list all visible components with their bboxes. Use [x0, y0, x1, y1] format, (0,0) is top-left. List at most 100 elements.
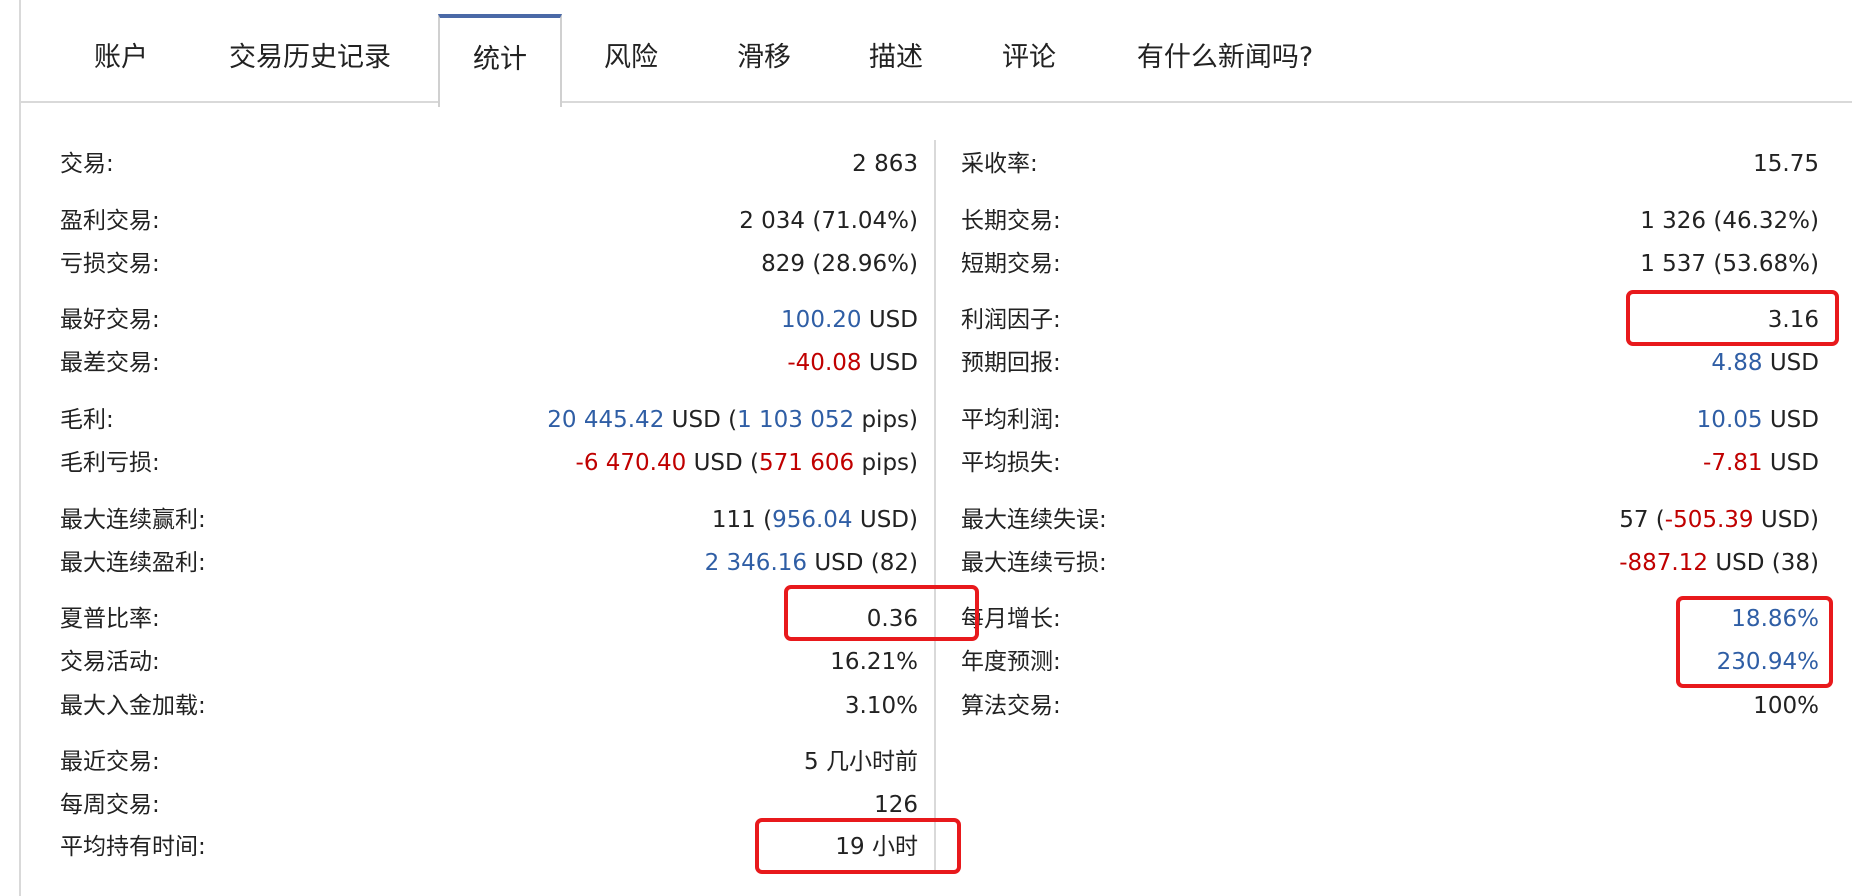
- stat-row-latest-trade: 最近交易: 5 几小时前: [60, 742, 918, 782]
- stat-label: 最大入金加载:: [60, 693, 206, 719]
- stat-row-best-trade: 最好交易: 100.20 USD: [60, 300, 918, 340]
- tab-description[interactable]: 描述: [861, 14, 931, 101]
- stat-value: 829 (28.96%): [761, 251, 918, 277]
- stat-value: 4.88 USD: [1711, 343, 1819, 383]
- stat-row-short-trades: 短期交易: 1 537 (53.68%): [961, 244, 1819, 284]
- stat-row-avg-loss: 平均损失: -7.81 USD: [961, 443, 1819, 483]
- amount-positive: 2 346.16: [704, 550, 808, 576]
- stat-label: 交易:: [60, 151, 114, 177]
- unit: USD: [1762, 350, 1819, 376]
- stat-label: 最大连续赢利:: [60, 507, 206, 533]
- stat-value: -887.12 USD (38): [1619, 543, 1819, 583]
- stat-value: -6 470.40 USD (571 606 pips): [576, 443, 918, 483]
- stat-label: 最近交易:: [60, 749, 160, 775]
- stat-label: 盈利交易:: [60, 208, 160, 234]
- stat-row-long-trades: 长期交易: 1 326 (46.32%): [961, 201, 1819, 241]
- highlight-box-growth: [1676, 596, 1833, 688]
- amount-positive: 20 445.42: [547, 407, 665, 433]
- unit: USD: [861, 350, 918, 376]
- pips-negative: 571 606: [759, 450, 855, 476]
- unit: pips): [854, 407, 918, 433]
- tab-reviews[interactable]: 评论: [994, 14, 1064, 101]
- unit: pips): [854, 450, 918, 476]
- stat-value: 1 537 (53.68%): [1640, 251, 1819, 277]
- stat-value: 5 几小时前: [804, 749, 918, 775]
- stat-label: 利润因子:: [961, 307, 1061, 333]
- stat-row-profit-trades: 盈利交易: 2 034 (71.04%): [60, 201, 918, 241]
- highlight-box-profit-factor: [1626, 290, 1839, 346]
- stat-row-loss-trades: 亏损交易: 829 (28.96%): [60, 244, 918, 284]
- stat-row-recovery: 采收率: 15.75: [961, 144, 1819, 184]
- unit: USD): [852, 507, 918, 533]
- amount-positive: 10.05: [1696, 407, 1763, 433]
- pips-positive: 1 103 052: [737, 407, 855, 433]
- stat-label: 交易活动:: [60, 649, 160, 675]
- stat-row-worst-trade: 最差交易: -40.08 USD: [60, 343, 918, 383]
- stat-row-max-consec-losses: 最大连续失误: 57 (-505.39 USD): [961, 500, 1819, 540]
- stat-label: 亏损交易:: [60, 251, 160, 277]
- stat-value: 10.05 USD: [1697, 400, 1819, 440]
- stat-value: -40.08 USD: [787, 343, 918, 383]
- stat-row-gross-loss: 毛利亏损: -6 470.40 USD (571 606 pips): [60, 443, 918, 483]
- unit: USD (: [686, 450, 760, 476]
- stat-value: 111 (956.04 USD): [712, 500, 918, 540]
- tab-statistics[interactable]: 统计: [438, 14, 562, 107]
- stat-label: 采收率:: [961, 151, 1038, 177]
- amount-negative: -887.12: [1619, 550, 1709, 576]
- stat-label: 夏普比率:: [60, 606, 160, 632]
- amount-negative: -7.81: [1703, 450, 1763, 476]
- unit: USD (: [664, 407, 738, 433]
- stat-value: -7.81 USD: [1703, 443, 1819, 483]
- stat-value: 100%: [1753, 693, 1819, 719]
- amount-negative: -6 470.40: [575, 450, 687, 476]
- amount-positive: 4.88: [1711, 350, 1763, 376]
- count: 57 (: [1619, 507, 1665, 533]
- stat-row-max-consec-profit: 最大连续盈利: 2 346.16 USD (82): [60, 543, 918, 583]
- stat-label: 平均损失:: [961, 450, 1061, 476]
- unit: USD (38): [1708, 550, 1819, 576]
- stat-value: 3.10%: [844, 693, 918, 719]
- stat-label: 预期回报:: [961, 350, 1061, 376]
- stat-value: 100.20 USD: [781, 300, 918, 340]
- tab-slippage[interactable]: 滑移: [729, 14, 799, 101]
- amount-negative: -505.39: [1664, 507, 1754, 533]
- tab-trade-history[interactable]: 交易历史记录: [222, 14, 398, 101]
- stat-label: 短期交易:: [961, 251, 1061, 277]
- stat-label: 毛利:: [60, 407, 114, 433]
- stat-row-gross-profit: 毛利: 20 445.42 USD (1 103 052 pips): [60, 400, 918, 440]
- stat-label: 最好交易:: [60, 307, 160, 333]
- stat-label: 年度预测:: [961, 649, 1061, 675]
- unit: USD (82): [807, 550, 918, 576]
- unit: USD: [861, 307, 918, 333]
- stat-row-max-consec-wins: 最大连续赢利: 111 (956.04 USD): [60, 500, 918, 540]
- stat-label: 算法交易:: [961, 693, 1061, 719]
- stat-label: 最大连续亏损:: [961, 550, 1107, 576]
- stat-row-expected-payoff: 预期回报: 4.88 USD: [961, 343, 1819, 383]
- stat-label: 最差交易:: [60, 350, 160, 376]
- unit: USD: [1762, 407, 1819, 433]
- stat-row-max-deposit-load: 最大入金加载: 3.10%: [60, 686, 918, 726]
- stat-row-algo-trading: 算法交易: 100%: [961, 686, 1819, 726]
- stat-label: 毛利亏损:: [60, 450, 160, 476]
- highlight-box-holding-time: [755, 818, 961, 874]
- stat-value: 1 326 (46.32%): [1640, 208, 1819, 234]
- stat-label: 长期交易:: [961, 208, 1061, 234]
- stat-label: 平均利润:: [961, 407, 1061, 433]
- tab-account[interactable]: 账户: [85, 14, 157, 101]
- amount-negative: -40.08: [787, 350, 862, 376]
- stat-value: 20 445.42 USD (1 103 052 pips): [547, 400, 918, 440]
- unit: USD: [1762, 450, 1819, 476]
- tab-news[interactable]: 有什么新闻吗?: [1126, 14, 1324, 101]
- stat-label: 平均持有时间:: [60, 834, 206, 860]
- stat-value: 57 (-505.39 USD): [1619, 500, 1819, 540]
- column-divider: [934, 140, 936, 873]
- stat-value: 2 863: [852, 151, 918, 177]
- stat-value: 15.75: [1753, 151, 1819, 177]
- stat-value: 2 034 (71.04%): [739, 208, 918, 234]
- count: 111 (: [711, 507, 773, 533]
- stat-label: 最大连续失误:: [961, 507, 1107, 533]
- stat-row-trades: 交易: 2 863: [60, 144, 918, 184]
- tab-risk[interactable]: 风险: [596, 14, 666, 101]
- unit: USD): [1753, 507, 1819, 533]
- amount-positive: 956.04: [772, 507, 853, 533]
